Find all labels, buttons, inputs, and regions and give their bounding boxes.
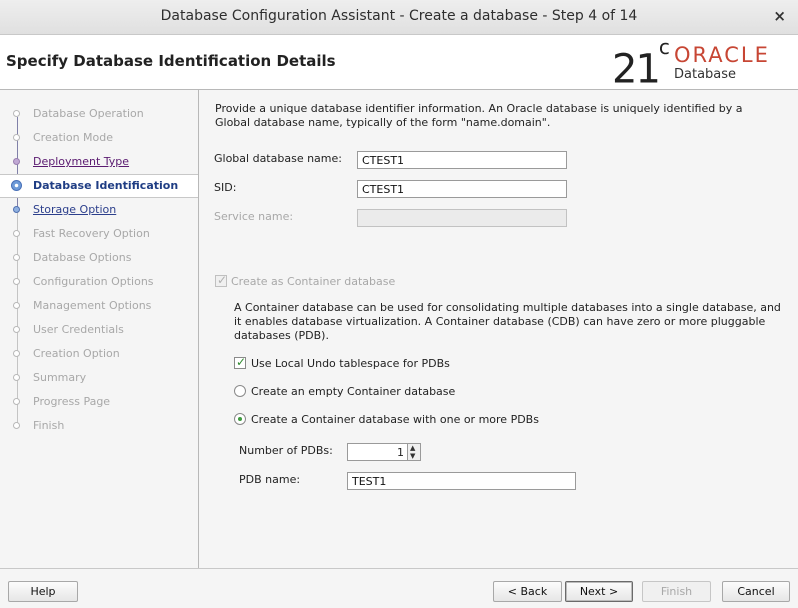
step-label: Creation Mode [33, 131, 114, 144]
step-creation-option: Creation Option [0, 343, 198, 365]
step-summary: Summary [0, 367, 198, 389]
steps-sidebar: Database Operation Creation Mode Deploym… [0, 90, 199, 568]
empty-cdb-label[interactable]: Create an empty Container database [251, 385, 455, 398]
step-database-options: Database Options [0, 247, 198, 269]
brand-name: ORACLE [674, 43, 770, 67]
checkmark-icon: ✓ [236, 355, 247, 369]
close-icon[interactable]: × [773, 7, 786, 25]
step-label: Configuration Options [33, 275, 154, 288]
step-storage-option[interactable]: Storage Option [0, 199, 198, 221]
step-deployment-type[interactable]: Deployment Type [0, 151, 198, 173]
container-db-label: Create as Container database [231, 275, 396, 288]
step-dot-icon [13, 206, 20, 213]
checkmark-icon: ✓ [217, 273, 228, 287]
step-dot-icon [13, 422, 20, 429]
back-button[interactable]: < Back [493, 581, 562, 602]
page-header: Specify Database Identification Details … [0, 35, 798, 90]
container-db-description: A Container database can be used for con… [234, 301, 781, 342]
spinner-buttons[interactable]: ▲ ▼ [408, 443, 421, 461]
step-user-credentials: User Credentials [0, 319, 198, 341]
empty-cdb-radio[interactable] [234, 385, 246, 397]
step-dot-icon [13, 158, 20, 165]
step-label: Finish [33, 419, 65, 432]
sid-input[interactable] [357, 180, 567, 198]
step-label: Creation Option [33, 347, 120, 360]
step-label: Progress Page [33, 395, 111, 408]
step-database-identification: Database Identification [0, 174, 198, 198]
step-label: User Credentials [33, 323, 124, 336]
cdb-with-pdbs-radio[interactable] [234, 413, 246, 425]
version-suffix: c [658, 35, 670, 59]
step-label[interactable]: Storage Option [33, 203, 116, 216]
product-name: Database [674, 67, 737, 82]
step-dot-icon [13, 302, 20, 309]
step-label: Management Options [33, 299, 152, 312]
step-finish: Finish [0, 415, 198, 437]
next-button[interactable]: Next > [565, 581, 633, 602]
service-name-input [357, 209, 567, 227]
step-label: Summary [33, 371, 87, 384]
window-title: Database Configuration Assistant - Creat… [160, 8, 638, 24]
step-label: Database Options [33, 251, 132, 264]
step-label[interactable]: Deployment Type [33, 155, 129, 168]
num-pdbs-value[interactable]: 1 [347, 443, 408, 461]
num-pdbs-label: Number of PDBs: [239, 444, 333, 457]
step-dot-icon [13, 278, 20, 285]
local-undo-checkbox[interactable]: ✓ [234, 355, 247, 369]
radio-selected-icon [238, 417, 242, 421]
cancel-button[interactable]: Cancel [722, 581, 790, 602]
step-creation-mode: Creation Mode [0, 127, 198, 149]
step-dot-icon [13, 134, 20, 141]
step-dot-icon [13, 230, 20, 237]
step-dot-icon [13, 110, 20, 117]
spinner-down-icon[interactable]: ▼ [410, 453, 415, 460]
step-dot-icon [13, 350, 20, 357]
dbca-window: Database Configuration Assistant - Creat… [0, 0, 798, 608]
cdb-with-pdbs-label[interactable]: Create a Container database with one or … [251, 413, 539, 426]
step-management-options: Management Options [0, 295, 198, 317]
pdb-name-input[interactable] [347, 472, 576, 490]
footer-bar: Help < Back Next > Finish Cancel [0, 568, 798, 608]
local-undo-label[interactable]: Use Local Undo tablespace for PDBs [251, 357, 450, 370]
global-db-name-input[interactable] [357, 151, 567, 169]
global-db-name-label: Global database name: [214, 152, 342, 165]
step-dot-icon [13, 254, 20, 261]
page-title: Specify Database Identification Details [6, 52, 336, 70]
title-bar: Database Configuration Assistant - Creat… [0, 0, 798, 35]
main-content: Provide a unique database identifier inf… [199, 90, 798, 568]
container-db-checkbox: ✓ [215, 273, 228, 287]
step-current-dot-icon [11, 180, 22, 191]
version-number: 21 [612, 46, 661, 93]
version-logo: 21c [612, 35, 670, 93]
num-pdbs-spinner[interactable]: 1 ▲ ▼ [347, 443, 421, 461]
step-progress-page: Progress Page [0, 391, 198, 413]
step-fast-recovery-option: Fast Recovery Option [0, 223, 198, 245]
service-name-label: Service name: [214, 210, 294, 223]
finish-button: Finish [642, 581, 711, 602]
step-label: Database Identification [33, 179, 179, 192]
sid-label: SID: [214, 181, 237, 194]
help-button[interactable]: Help [8, 581, 78, 602]
step-label: Database Operation [33, 107, 144, 120]
oracle-logo: 21c ORACLE Database [612, 35, 784, 89]
step-dot-icon [13, 398, 20, 405]
step-dot-icon [13, 374, 20, 381]
step-configuration-options: Configuration Options [0, 271, 198, 293]
spinner-up-icon[interactable]: ▲ [410, 445, 415, 452]
step-database-operation: Database Operation [0, 103, 198, 125]
step-label: Fast Recovery Option [33, 227, 150, 240]
pdb-name-label: PDB name: [239, 473, 301, 486]
step-dot-icon [13, 326, 20, 333]
intro-text: Provide a unique database identifier inf… [215, 102, 743, 129]
